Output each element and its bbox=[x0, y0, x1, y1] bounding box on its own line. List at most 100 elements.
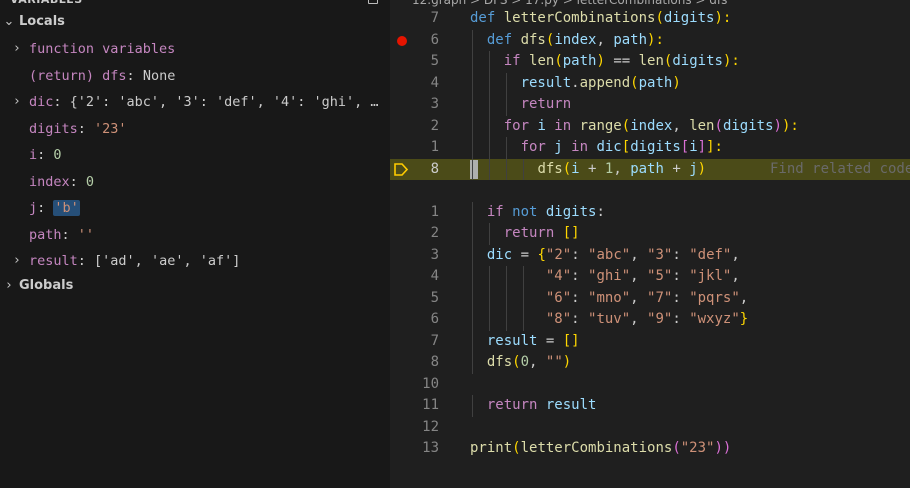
code-text: dfs(0, "") bbox=[470, 352, 571, 374]
variable-row[interactable]: › result: ['ad', 'ae', 'af'] bbox=[0, 250, 390, 272]
chevron-down-icon: ⌄ bbox=[3, 14, 15, 29]
code-token: "8" bbox=[545, 311, 572, 327]
indent-guide bbox=[522, 287, 524, 309]
code-token: [] bbox=[562, 225, 580, 241]
code-line[interactable]: 5 if len(path) == len(digits): bbox=[390, 51, 910, 73]
code-token: len bbox=[689, 117, 715, 134]
variable-row[interactable]: index: 0 bbox=[0, 171, 390, 193]
variable-row[interactable]: › dic: {'2': 'abc', '3': 'def', '4': 'ghi… bbox=[0, 91, 390, 113]
indent-guide bbox=[472, 72, 473, 94]
code-line[interactable]: 4 "4": "ghi", "5": "jkl", bbox=[390, 266, 910, 288]
variable-separator: : bbox=[37, 200, 54, 216]
code-token: "9" bbox=[647, 311, 673, 327]
line-number: 3 bbox=[430, 96, 439, 112]
code-token: "4" bbox=[545, 268, 572, 284]
code-token: , bbox=[731, 268, 740, 284]
code-token: ( bbox=[621, 117, 631, 134]
code-token: : bbox=[571, 289, 589, 306]
code-token: : bbox=[672, 289, 690, 306]
code-line[interactable]: 11 return result bbox=[390, 395, 910, 417]
code-token: def bbox=[486, 31, 521, 48]
indent-guide bbox=[488, 94, 490, 116]
variable-row[interactable]: path: '' bbox=[0, 224, 390, 246]
line-number: 1 bbox=[430, 139, 439, 155]
code-line[interactable]: 3 dic = {"2": "abc", "3": "def", bbox=[390, 244, 910, 266]
indent-guide bbox=[472, 94, 473, 116]
indent-guide bbox=[505, 72, 507, 94]
variable-content: (return) dfs: None bbox=[29, 65, 384, 87]
code-token: + bbox=[663, 160, 690, 177]
code-line[interactable]: 5 "6": "mno", "7": "pqrs", bbox=[390, 287, 910, 309]
code-line[interactable]: 4 result.append(path) bbox=[390, 72, 910, 94]
variable-row[interactable]: i: 0 bbox=[0, 144, 390, 166]
current-line[interactable]: 8 dfs(i + 1, path + j) Find related code bbox=[390, 158, 910, 181]
line-number: 4 bbox=[430, 74, 439, 91]
code-line[interactable]: 13 print(letterCombinations("23")) bbox=[390, 438, 910, 460]
variable-name: index bbox=[29, 173, 70, 190]
code-token: ( bbox=[512, 440, 521, 456]
breadcrumb[interactable]: 12.graph > DFS > 17.py > letterCombinati… bbox=[412, 0, 727, 8]
code-token: range bbox=[579, 117, 622, 134]
code-token: digits bbox=[630, 139, 681, 155]
code-line[interactable]: 6 "8": "tuv", "9": "wxyz"} bbox=[390, 309, 910, 331]
code-line[interactable]: 1 for j in dic[digits[i]]: bbox=[390, 137, 910, 159]
code-token: "jkl" bbox=[689, 268, 732, 284]
code-line[interactable]: 8 dfs(0, "") bbox=[390, 352, 910, 374]
variable-value: {'2': 'abc', '3': 'def', '4': 'ghi', '5'… bbox=[69, 94, 384, 110]
code-line[interactable]: 10 bbox=[390, 374, 910, 396]
code-token: + bbox=[579, 160, 605, 177]
locals-section[interactable]: ⌄ Locals bbox=[0, 11, 390, 33]
code-text: def dfs(index, path): bbox=[470, 30, 664, 52]
indent-guide bbox=[488, 266, 490, 288]
variable-separator: : bbox=[77, 120, 95, 137]
code-token: j bbox=[554, 139, 563, 155]
code-token: "23" bbox=[680, 440, 715, 456]
code-editor[interactable]: 12.graph > DFS > 17.py > letterCombinati… bbox=[390, 0, 910, 488]
code-line[interactable]: 1 if not digits: bbox=[390, 201, 910, 223]
collapse-all-icon[interactable] bbox=[368, 0, 378, 4]
code-token: digits bbox=[545, 203, 597, 220]
variable-separator: : bbox=[53, 94, 70, 110]
indent-guide bbox=[505, 137, 507, 159]
code-token: path bbox=[562, 53, 597, 69]
code-token: [ bbox=[680, 139, 690, 155]
variable-row[interactable]: digits: '23' bbox=[0, 118, 390, 140]
code-text: return [] bbox=[470, 223, 580, 245]
code-line[interactable]: 3 return bbox=[390, 94, 910, 116]
indent-guide bbox=[488, 115, 490, 137]
code-line[interactable]: 7 def letterCombinations(digits): bbox=[390, 8, 910, 30]
locals-label: Locals bbox=[19, 14, 65, 29]
code-line[interactable]: 7 result = [] bbox=[390, 330, 910, 352]
chevron-right-icon[interactable]: › bbox=[10, 91, 24, 113]
code-token: print bbox=[470, 440, 513, 456]
code-line[interactable]: 6 def dfs(index, path): bbox=[390, 29, 910, 52]
code-line[interactable]: 12 bbox=[390, 417, 910, 439]
code-line[interactable]: 2 for i in range(index, len(digits)): bbox=[390, 115, 910, 137]
line-number: 11 bbox=[422, 397, 439, 413]
variable-value: 0 bbox=[85, 173, 95, 190]
code-token: "pqrs" bbox=[689, 289, 740, 306]
code-line[interactable]: 2 return [] bbox=[390, 223, 910, 245]
chevron-right-icon[interactable]: › bbox=[10, 38, 24, 60]
code-token: "2" bbox=[545, 246, 572, 263]
code-token: ): bbox=[781, 117, 799, 134]
variable-name: digits bbox=[29, 120, 78, 137]
variable-row[interactable]: j: 'b' bbox=[0, 197, 390, 219]
inline-hint[interactable]: Find related code bbox=[770, 159, 910, 181]
variable-content: function variables bbox=[29, 38, 384, 60]
variable-name: j bbox=[29, 200, 38, 216]
variable-row[interactable]: › function variables bbox=[0, 38, 390, 60]
code-line[interactable] bbox=[390, 180, 910, 202]
chevron-right-icon[interactable]: › bbox=[10, 250, 24, 272]
code-token: index bbox=[630, 117, 673, 134]
globals-section[interactable]: › Globals bbox=[0, 275, 390, 297]
code-token: "abc" bbox=[588, 246, 631, 263]
code-token: dfs bbox=[520, 31, 546, 48]
variable-row[interactable]: (return) dfs: None bbox=[0, 65, 390, 87]
code-token: in bbox=[545, 117, 580, 134]
variable-separator: : bbox=[69, 173, 86, 190]
code-token: , bbox=[731, 246, 740, 263]
code-token: "tuv" bbox=[588, 311, 631, 327]
